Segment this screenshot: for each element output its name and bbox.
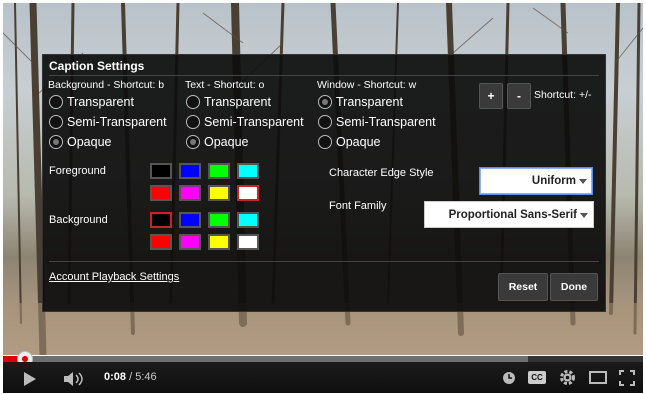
window-opaque-option[interactable]: Opaque xyxy=(317,132,436,152)
background-transparent-option[interactable]: Transparent xyxy=(48,92,167,112)
window-semi-transparent-option[interactable]: Semi-Transparent xyxy=(317,112,436,132)
watch-later-icon[interactable] xyxy=(502,371,516,385)
background-swatch-white[interactable] xyxy=(237,234,259,250)
background-swatch-magenta[interactable] xyxy=(179,234,201,250)
background-color-label: Background xyxy=(49,214,108,226)
divider xyxy=(49,261,599,262)
window-transparent-option[interactable]: Transparent xyxy=(317,92,436,112)
radio-button-selected[interactable] xyxy=(318,95,332,109)
foreground-swatch-yellow[interactable] xyxy=(208,185,230,201)
option-label: Transparent xyxy=(67,95,134,109)
radio-button[interactable] xyxy=(49,115,63,129)
text-opacity-group: Text - Shortcut: o Transparent Semi-Tran… xyxy=(185,79,304,152)
play-icon[interactable] xyxy=(23,371,37,387)
text-opaque-option[interactable]: Opaque xyxy=(185,132,304,152)
dialog-title: Caption Settings xyxy=(49,59,145,73)
edge-style-value: Uniform xyxy=(531,175,576,187)
cc-icon[interactable]: CC xyxy=(528,371,546,384)
volume-icon[interactable] xyxy=(63,371,87,387)
option-label: Opaque xyxy=(204,135,249,149)
font-family-select[interactable]: Proportional Sans-Serif xyxy=(424,201,594,228)
option-label: Semi-Transparent xyxy=(67,115,167,129)
text-group-heading: Text - Shortcut: o xyxy=(185,79,265,91)
text-transparent-option[interactable]: Transparent xyxy=(185,92,304,112)
option-label: Transparent xyxy=(336,95,403,109)
player-controls: 0:08 / 5:46 CC xyxy=(3,362,643,393)
chevron-down-icon xyxy=(580,212,588,218)
font-family-label: Font Family xyxy=(329,200,387,212)
foreground-swatch-red[interactable] xyxy=(150,185,172,201)
foreground-label: Foreground xyxy=(49,165,106,177)
font-size-shortcut-label: Shortcut: +/- xyxy=(534,89,592,101)
background-group-heading: Background - Shortcut: b xyxy=(48,79,165,91)
window-group-heading: Window - Shortcut: w xyxy=(317,79,417,91)
font-family-value: Proportional Sans-Serif xyxy=(448,208,577,221)
background-semi-transparent-option[interactable]: Semi-Transparent xyxy=(48,112,167,132)
option-label: Semi-Transparent xyxy=(204,115,304,129)
background-swatch-blue[interactable] xyxy=(179,212,201,228)
foreground-swatch-cyan[interactable] xyxy=(237,163,259,179)
radio-button[interactable] xyxy=(49,95,63,109)
chevron-down-icon xyxy=(579,179,587,184)
radio-button[interactable] xyxy=(318,115,332,129)
divider xyxy=(49,75,599,76)
account-playback-settings-link[interactable]: Account Playback Settings xyxy=(49,271,179,283)
foreground-swatch-magenta[interactable] xyxy=(179,185,201,201)
current-time: 0:08 xyxy=(104,371,127,383)
foreground-swatch-green[interactable] xyxy=(208,163,230,179)
option-label: Opaque xyxy=(67,135,112,149)
radio-button-selected[interactable] xyxy=(49,135,63,149)
foreground-swatch-white-selected[interactable] xyxy=(237,185,259,201)
text-semi-transparent-option[interactable]: Semi-Transparent xyxy=(185,112,304,132)
option-label: Opaque xyxy=(336,135,381,149)
cc-label: CC xyxy=(531,373,543,382)
option-label: Transparent xyxy=(204,95,271,109)
window-opacity-group: Window - Shortcut: w Transparent Semi-Tr… xyxy=(317,79,436,152)
background-opaque-option[interactable]: Opaque xyxy=(48,132,167,152)
caption-settings-dialog: Caption Settings Background - Shortcut: … xyxy=(42,54,606,312)
time-separator: / xyxy=(126,371,136,383)
background-swatch-green[interactable] xyxy=(208,212,230,228)
foreground-swatch-black[interactable] xyxy=(150,163,172,179)
settings-icon[interactable] xyxy=(559,369,576,386)
reset-button[interactable]: Reset xyxy=(498,273,548,301)
background-swatch-yellow[interactable] xyxy=(208,234,230,250)
background-swatch-cyan[interactable] xyxy=(237,212,259,228)
font-size-increase-button[interactable]: + xyxy=(479,83,503,109)
done-button[interactable]: Done xyxy=(550,273,598,301)
edge-style-select[interactable]: Uniform xyxy=(479,167,593,195)
background-swatch-black-selected[interactable] xyxy=(150,212,172,228)
time-display: 0:08 / 5:46 xyxy=(104,371,157,383)
radio-button[interactable] xyxy=(186,115,200,129)
radio-button-selected[interactable] xyxy=(186,135,200,149)
radio-button[interactable] xyxy=(318,135,332,149)
theater-mode-icon[interactable] xyxy=(589,371,607,384)
option-label: Semi-Transparent xyxy=(336,115,436,129)
foreground-swatch-blue[interactable] xyxy=(179,163,201,179)
total-time: 5:46 xyxy=(135,371,157,383)
background-opacity-group: Background - Shortcut: b Transparent Sem… xyxy=(48,79,167,152)
edge-style-label: Character Edge Style xyxy=(329,167,434,179)
fullscreen-icon[interactable] xyxy=(619,370,635,386)
font-size-decrease-button[interactable]: - xyxy=(507,83,531,109)
background-swatch-red[interactable] xyxy=(150,234,172,250)
radio-button[interactable] xyxy=(186,95,200,109)
